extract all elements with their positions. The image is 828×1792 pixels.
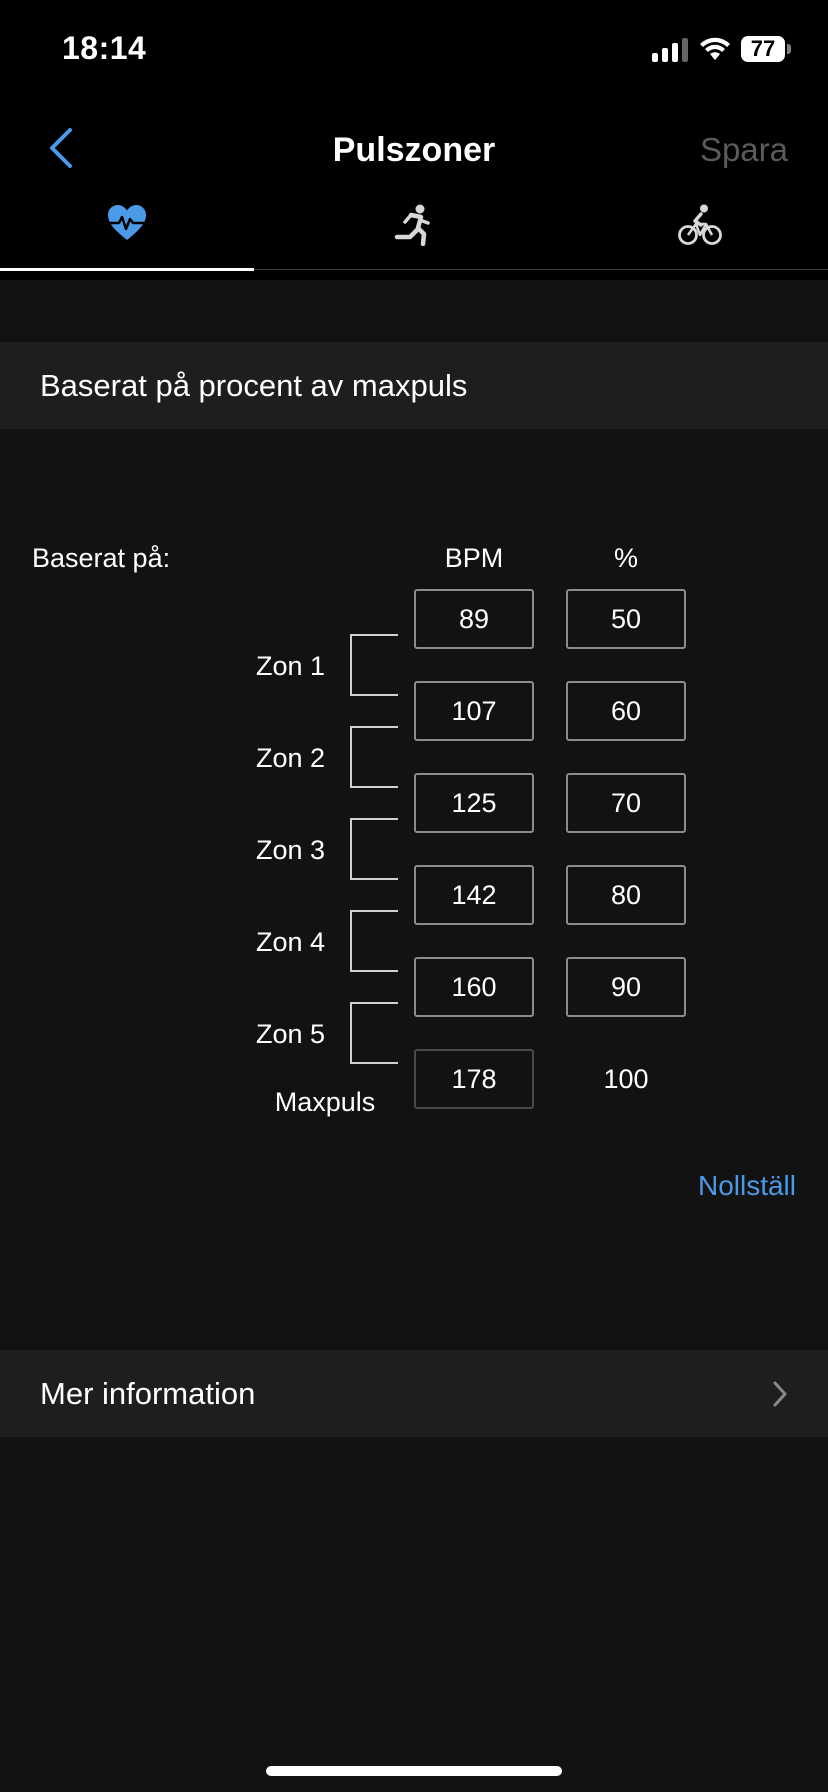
bpm-field[interactable]: 142 — [414, 865, 534, 925]
bpm-field[interactable]: 89 — [414, 589, 534, 649]
more-information-label: Mer information — [40, 1376, 256, 1411]
percent-column-header: % — [613, 543, 638, 573]
bpm-field[interactable]: 160 — [414, 957, 534, 1017]
tab-heart-rate[interactable] — [0, 170, 254, 271]
zone-label: Zon 1 — [255, 651, 325, 681]
zone-label: Zon 3 — [255, 835, 325, 865]
pulse-zones-screen: 18:14 77 Pulszoner Spara Baserat på proc… — [0, 0, 828, 1792]
max-percent-value: 100 — [603, 1064, 649, 1094]
status-time: 18:14 — [62, 30, 147, 66]
zone-bracket — [350, 634, 398, 696]
zone-bracket — [350, 818, 398, 880]
tab-running[interactable] — [287, 170, 541, 270]
percent-field[interactable]: 90 — [566, 957, 686, 1017]
bpm-column-header: BPM — [444, 543, 504, 573]
more-information-row[interactable]: Mer information — [0, 1350, 828, 1437]
zone-bracket — [350, 1002, 398, 1064]
max-heart-rate-label: Maxpuls — [274, 1087, 376, 1117]
cycling-icon — [678, 204, 722, 245]
sport-tabs — [0, 170, 828, 271]
percent-field[interactable]: 70 — [566, 773, 686, 833]
bpm-field[interactable]: 107 — [414, 681, 534, 741]
heart-rate-icon — [108, 205, 146, 240]
zone-label: Zon 5 — [255, 1019, 325, 1049]
zone-method-row[interactable]: Baserat på procent av maxpuls — [0, 342, 828, 429]
zone-label: Zon 2 — [255, 743, 325, 773]
wifi-icon — [700, 37, 730, 60]
percent-field[interactable]: 80 — [566, 865, 686, 925]
running-icon — [394, 204, 430, 246]
battery-level: 77 — [750, 36, 776, 61]
zone-bracket — [350, 726, 398, 788]
chevron-right-icon — [773, 1381, 787, 1407]
zone-label: Zon 4 — [255, 927, 325, 957]
status-bar: 18:14 77 — [0, 0, 828, 100]
zone-method-label: Baserat på procent av maxpuls — [40, 368, 468, 403]
bpm-field[interactable]: 125 — [414, 773, 534, 833]
home-indicator[interactable] — [266, 1766, 562, 1776]
max-heart-rate-field[interactable]: 178 — [414, 1049, 534, 1109]
percent-field[interactable]: 60 — [566, 681, 686, 741]
based-on-label: Baserat på: — [32, 543, 171, 573]
cellular-signal-icon — [652, 38, 688, 62]
percent-field[interactable]: 50 — [566, 589, 686, 649]
reset-button[interactable]: Nollställ — [698, 1168, 796, 1204]
active-tab-indicator — [0, 268, 254, 271]
battery-icon: 77 — [741, 36, 791, 62]
tab-cycling[interactable] — [574, 170, 828, 270]
zone-bracket — [350, 910, 398, 972]
